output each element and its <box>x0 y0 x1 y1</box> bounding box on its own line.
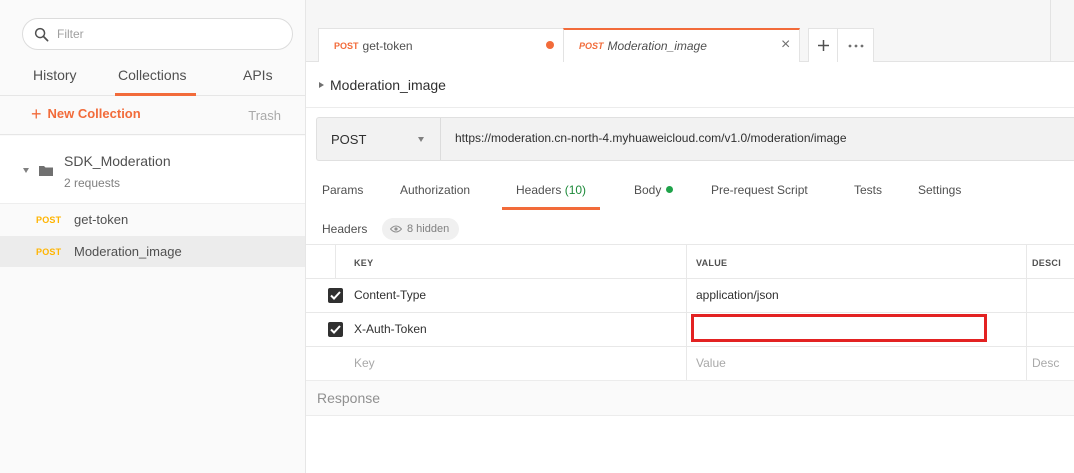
method-badge: POST <box>36 246 62 257</box>
method-select-value: POST <box>331 131 367 147</box>
value-placeholder[interactable]: Value <box>696 356 726 370</box>
row-checkbox[interactable] <box>328 288 343 303</box>
ellipsis-icon <box>848 44 863 47</box>
new-collection-label: New Collection <box>47 106 141 121</box>
description-placeholder[interactable]: Desc <box>1032 356 1059 370</box>
sidebar: History Collections APIs + New Collectio… <box>0 0 306 473</box>
tab-get-token[interactable]: POST get-token <box>318 28 564 62</box>
row-checkbox[interactable] <box>328 322 343 337</box>
table-header-row: KEY VALUE DESCI <box>306 244 1074 279</box>
tab-apis[interactable]: APIs <box>243 67 273 83</box>
chevron-down-icon[interactable] <box>23 168 29 173</box>
sidebar-actions: + New Collection Trash <box>0 97 305 135</box>
tab-collections[interactable]: Collections <box>114 67 198 96</box>
tab-tests[interactable]: Tests <box>854 183 882 197</box>
request-tabbar: POST get-token POST Moderation_image × <box>306 0 1074 62</box>
tab-headers[interactable]: Headers (10) <box>501 183 601 210</box>
headers-count: (10) <box>564 183 587 197</box>
header-value[interactable]: application/json <box>696 288 779 302</box>
eye-icon <box>390 225 402 233</box>
tab-method: POST <box>334 40 359 51</box>
table-row: X-Auth-Token <box>306 313 1074 347</box>
response-label: Response <box>317 390 381 406</box>
search-icon <box>34 27 49 41</box>
request-title: Moderation_image <box>330 76 446 93</box>
sidebar-request-get-token[interactable]: POST get-token <box>0 204 305 235</box>
main-panel: POST get-token POST Moderation_image × M… <box>306 0 1074 473</box>
chevron-right-icon[interactable] <box>319 81 324 88</box>
header-key[interactable]: Content-Type <box>354 288 426 302</box>
tab-method: POST <box>579 41 604 51</box>
chevron-down-icon <box>418 137 424 142</box>
request-title-bar[interactable]: Moderation_image <box>306 62 1074 108</box>
more-tabs-button[interactable] <box>837 28 874 62</box>
sidebar-request-moderation-image[interactable]: POST Moderation_image <box>0 236 305 267</box>
new-collection-button[interactable]: + New Collection <box>31 103 141 124</box>
url-input[interactable]: https://moderation.cn-north-4.myhuaweicl… <box>455 131 847 145</box>
method-badge: POST <box>36 214 62 225</box>
tab-history[interactable]: History <box>33 67 77 83</box>
plus-icon: + <box>31 103 42 124</box>
method-select[interactable]: POST <box>317 118 441 160</box>
filter-input[interactable] <box>57 27 277 41</box>
tab-body[interactable]: Body <box>634 183 674 197</box>
column-description: DESCI <box>1032 258 1062 268</box>
unsaved-dot-icon <box>546 41 554 49</box>
request-subtabs: Params Authorization Headers (10) Body P… <box>306 172 1074 210</box>
headers-label-row: Headers 8 hidden <box>306 215 1074 243</box>
response-section[interactable]: Response <box>306 380 1074 416</box>
tab-params[interactable]: Params <box>322 183 363 197</box>
sidebar-tabs: History Collections APIs <box>0 60 305 96</box>
hidden-headers-toggle[interactable]: 8 hidden <box>382 218 460 240</box>
tab-moderation-image[interactable]: POST Moderation_image × <box>563 28 800 62</box>
new-tab-button[interactable] <box>808 28 838 62</box>
trash-button[interactable]: Trash <box>248 108 281 123</box>
request-name: Moderation_image <box>74 244 182 259</box>
table-row-new: Key Value Desc <box>306 347 1074 381</box>
collection-count: 2 requests <box>64 176 121 190</box>
folder-icon <box>39 166 53 176</box>
headers-tab-label: Headers <box>516 183 562 197</box>
checkmark-icon <box>330 291 341 300</box>
filter-box[interactable] <box>22 18 293 50</box>
tab-authorization[interactable]: Authorization <box>400 183 470 197</box>
table-row: Content-Type application/json <box>306 279 1074 313</box>
key-placeholder[interactable]: Key <box>354 356 375 370</box>
tab-pre-request-script[interactable]: Pre-request Script <box>711 183 808 197</box>
url-bar: POST https://moderation.cn-north-4.myhua… <box>316 117 1074 161</box>
column-key: KEY <box>354 258 374 268</box>
tab-settings[interactable]: Settings <box>918 183 961 197</box>
header-key[interactable]: X-Auth-Token <box>354 322 427 336</box>
body-tab-label: Body <box>634 183 662 197</box>
tab-title: get-token <box>362 38 413 53</box>
hidden-count: 8 hidden <box>407 223 450 235</box>
plus-icon <box>817 40 829 51</box>
tabbar-divider <box>1050 0 1051 62</box>
column-value: VALUE <box>696 258 728 268</box>
request-name: get-token <box>74 212 129 227</box>
highlight-box <box>691 314 987 342</box>
collection-item[interactable]: SDK_Moderation 2 requests <box>0 136 305 204</box>
collection-name: SDK_Moderation <box>64 153 171 169</box>
headers-label: Headers <box>322 222 368 236</box>
checkmark-icon <box>330 325 341 334</box>
status-dot-icon <box>666 186 674 193</box>
tab-title: Moderation_image <box>607 39 707 53</box>
close-icon[interactable]: × <box>781 37 790 53</box>
